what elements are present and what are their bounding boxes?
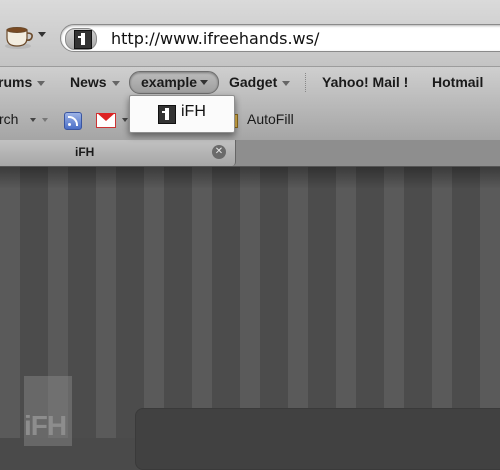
tab-label: iFH <box>75 145 95 159</box>
chevron-down-icon[interactable] <box>38 32 46 37</box>
tab-ifh[interactable]: iFH ✕ <box>0 140 236 166</box>
tab-strip: iFH ✕ <box>0 140 500 167</box>
autofill-button[interactable]: AutoFill <box>247 111 294 127</box>
site-logo[interactable]: iFH <box>24 376 72 446</box>
bookmark-forums[interactable]: rums <box>0 74 46 90</box>
chevron-down-icon <box>111 80 120 86</box>
rss-icon[interactable] <box>64 112 82 130</box>
bookmark-hotmail[interactable]: Hotmail <box>432 74 483 90</box>
bookmark-gadget[interactable]: Gadget <box>229 74 291 90</box>
bookmark-label: rums <box>0 74 33 90</box>
bookmark-separator <box>305 73 306 92</box>
chevron-down-icon[interactable] <box>122 118 128 122</box>
chevron-down-icon <box>37 80 46 86</box>
bookmark-example[interactable]: example <box>129 71 219 94</box>
extension-toolbar: rch AutoFill <box>0 98 500 141</box>
coffee-cup-icon[interactable] <box>4 24 34 50</box>
site-identity-button[interactable] <box>65 28 97 50</box>
grip-handle-icon[interactable] <box>42 118 48 122</box>
gmail-icon[interactable] <box>96 113 116 128</box>
content-shadow <box>0 167 500 189</box>
chevron-down-icon <box>282 80 291 86</box>
bookmark-label: example <box>141 74 198 90</box>
chevron-down-icon[interactable] <box>30 118 36 122</box>
bookmark-yahoo-mail[interactable]: Yahoo! Mail ! <box>322 74 408 90</box>
close-icon[interactable]: ✕ <box>212 145 226 159</box>
info-i-icon <box>158 105 176 124</box>
url-field[interactable]: http://www.ifreehands.ws/ <box>60 24 500 52</box>
logo-text: iFH <box>24 410 67 441</box>
content-panel <box>135 408 500 470</box>
address-toolbar: http://www.ifreehands.ws/ <box>0 0 500 66</box>
bookmark-label: News <box>70 74 107 90</box>
bookmark-news[interactable]: News <box>70 74 120 90</box>
bookmark-dropdown-menu: iFH <box>129 95 235 133</box>
chevron-down-icon <box>200 80 208 85</box>
menu-item-label: iFH <box>181 103 206 120</box>
page-content: iFH <box>0 167 500 470</box>
bookmark-label: Gadget <box>229 74 278 90</box>
bookmarks-bar: rums News example Gadget Yahoo! Mail ! H… <box>0 66 500 99</box>
url-text[interactable]: http://www.ifreehands.ws/ <box>111 29 319 48</box>
info-i-icon <box>74 30 92 49</box>
search-button[interactable]: rch <box>0 111 18 127</box>
